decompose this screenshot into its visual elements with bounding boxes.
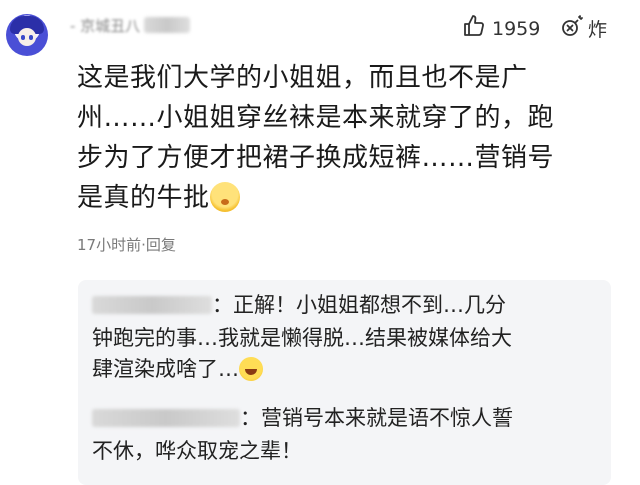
reply-username[interactable] bbox=[92, 405, 240, 436]
reply-line: 钟跑完的事…我就是懒得脱…结果被媒体给大 bbox=[92, 326, 512, 350]
replies-panel: ：正解！小姐姐都想不到…几分 钟跑完的事…我就是懒得脱…结果被媒体给大 肆渲染成… bbox=[78, 280, 611, 485]
bomb-reaction-label: 炸 bbox=[588, 19, 608, 41]
comment-timestamp: 17小时前 bbox=[77, 236, 142, 254]
reply-link[interactable]: 回复 bbox=[146, 236, 176, 254]
like-count: 1959 bbox=[492, 17, 541, 40]
comment-meta: 17小时前·回复 bbox=[77, 236, 176, 254]
like-button[interactable]: 1959 bbox=[462, 14, 540, 43]
comment-line: 这是我们大学的小姐姐，而且也不是广 bbox=[77, 63, 528, 93]
comment-line-text: 是真的牛批 bbox=[77, 183, 210, 213]
comment-username[interactable]: - 京城丑八 bbox=[70, 14, 191, 36]
reply-line: ：营销号本来就是语不惊人誓 bbox=[240, 406, 513, 430]
comment-line-last: 是真的牛批 bbox=[77, 178, 625, 218]
comment-line: 州……小姐姐穿丝袜是本来就穿了的，跑 bbox=[77, 103, 555, 133]
reply-item: ：营销号本来就是语不惊人誓 不休，哗众取宠之辈！ bbox=[92, 403, 602, 467]
bomb-reaction-button[interactable]: 炸 bbox=[560, 14, 607, 43]
reply-line: 不休，哗众取宠之辈！ bbox=[92, 439, 302, 463]
reply-line: 肆渲染成啥了… bbox=[92, 357, 239, 381]
username-text[interactable]: - 京城丑八 bbox=[70, 15, 140, 36]
reply-line: ：正解！小姐姐都想不到…几分 bbox=[212, 293, 506, 317]
thumbs-up-icon bbox=[462, 14, 486, 43]
comment-body: 这是我们大学的小姐姐，而且也不是广 州……小姐姐穿丝袜是本来就穿了的，跑 步为了… bbox=[77, 58, 625, 218]
reply-username[interactable] bbox=[92, 292, 212, 323]
laughing-face-emoji bbox=[239, 357, 263, 381]
reply-item: ：正解！小姐姐都想不到…几分 钟跑完的事…我就是懒得脱…结果被媒体给大 肆渲染成… bbox=[92, 290, 602, 385]
comment-line: 步为了方便才把裙子换成短裤……营销号 bbox=[77, 143, 555, 173]
blushing-face-emoji bbox=[209, 182, 240, 212]
bomb-icon bbox=[560, 14, 584, 43]
avatar[interactable] bbox=[6, 14, 48, 56]
